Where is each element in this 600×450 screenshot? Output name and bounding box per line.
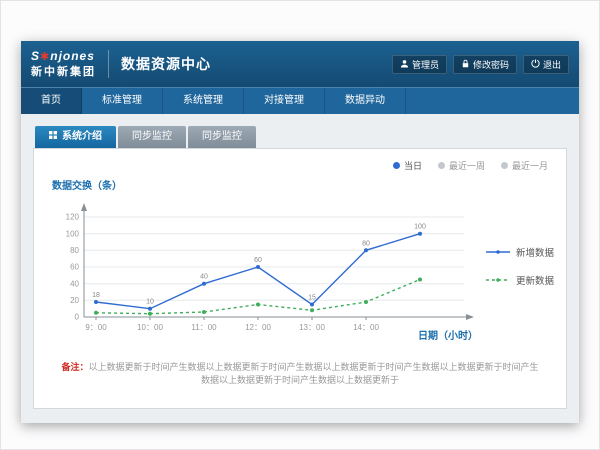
filter-2[interactable]: 最近一月 bbox=[501, 159, 548, 172]
filter-dot-icon bbox=[393, 162, 400, 169]
tab-label: 同步监控 bbox=[202, 126, 242, 148]
nav-item-0[interactable]: 首页 bbox=[21, 88, 82, 114]
tab-sync-monitor-2[interactable]: 同步监控 bbox=[188, 126, 256, 148]
svg-text:10：00: 10：00 bbox=[137, 323, 163, 332]
svg-text:9：00: 9：00 bbox=[85, 323, 107, 332]
app-window: S✱njones 新中新集团 数据资源中心 管理员修改密码退出 首页标准管理系统… bbox=[21, 41, 579, 423]
svg-text:60: 60 bbox=[70, 263, 79, 272]
header-divider bbox=[108, 50, 109, 78]
user-button[interactable]: 管理员 bbox=[392, 55, 447, 74]
tab-system-intro[interactable]: 系统介绍 bbox=[35, 126, 116, 148]
chart-panel: 当日 最近一周 最近一月 数据交换（条） 0 20 40 60 80 100 120 9：00 10… bbox=[33, 148, 567, 409]
legend-item-1[interactable]: 更新数据 bbox=[486, 273, 554, 287]
legend-item-0[interactable]: 新增数据 bbox=[486, 245, 554, 259]
tab-bar: 系统介绍 同步监控 同步监控 bbox=[35, 126, 567, 148]
logout-icon bbox=[531, 59, 540, 70]
svg-text:18: 18 bbox=[92, 292, 100, 299]
grid-icon bbox=[49, 126, 57, 148]
chart-filters: 当日 最近一周 最近一月 bbox=[393, 159, 548, 172]
filter-dot-icon bbox=[438, 162, 445, 169]
line-chart: 0 20 40 60 80 100 120 9：00 10：00 11：00 12：00 13：00 1… bbox=[48, 195, 482, 345]
legend-line-icon bbox=[486, 276, 510, 284]
filter-dot-icon bbox=[501, 162, 508, 169]
logo-star-icon: ✱ bbox=[40, 51, 50, 63]
logout-button[interactable]: 退出 bbox=[523, 55, 569, 74]
nav-item-1[interactable]: 标准管理 bbox=[82, 88, 163, 114]
page-title: 数据资源中心 bbox=[121, 54, 211, 74]
svg-text:100: 100 bbox=[414, 224, 426, 231]
main-nav: 首页标准管理系统管理对接管理数据异动 bbox=[21, 87, 579, 114]
y-axis-title: 数据交换（条） bbox=[52, 177, 122, 192]
svg-text:60: 60 bbox=[254, 257, 262, 264]
desktop-background: S✱njones 新中新集团 数据资源中心 管理员修改密码退出 首页标准管理系统… bbox=[0, 0, 600, 450]
svg-text:13：00: 13：00 bbox=[299, 323, 325, 332]
svg-text:12：00: 12：00 bbox=[245, 323, 271, 332]
logo-company-name: 新中新集团 bbox=[31, 66, 96, 78]
logo-wordmark: S✱njones bbox=[31, 50, 96, 63]
svg-text:120: 120 bbox=[66, 213, 80, 222]
svg-text:80: 80 bbox=[70, 246, 79, 255]
svg-text:100: 100 bbox=[66, 229, 80, 238]
series-legend: 新增数据更新数据 bbox=[486, 245, 554, 287]
svg-text:10: 10 bbox=[146, 299, 154, 306]
svg-text:80: 80 bbox=[362, 240, 370, 247]
footnote: 备注：以上数据更新于时间产生数据以上数据更新于时间产生数据以上数据更新于时间产生… bbox=[34, 360, 566, 386]
svg-text:15: 15 bbox=[308, 295, 316, 302]
svg-text:14：00: 14：00 bbox=[353, 323, 379, 332]
svg-text:日期（小时）: 日期（小时） bbox=[418, 329, 478, 342]
svg-text:40: 40 bbox=[200, 274, 208, 281]
nav-item-3[interactable]: 对接管理 bbox=[244, 88, 325, 114]
svg-text:40: 40 bbox=[70, 279, 79, 288]
filter-0[interactable]: 当日 bbox=[393, 159, 422, 172]
lock-icon bbox=[461, 59, 470, 70]
svg-text:0: 0 bbox=[75, 313, 80, 322]
footnote-label: 备注： bbox=[61, 362, 88, 372]
footnote-text: 以上数据更新于时间产生数据以上数据更新于时间产生数据以上数据更新于时间产生数据以… bbox=[89, 362, 539, 385]
nav-item-4[interactable]: 数据异动 bbox=[325, 88, 406, 114]
user-actions: 管理员修改密码退出 bbox=[392, 55, 569, 74]
filter-1[interactable]: 最近一周 bbox=[438, 159, 485, 172]
legend-line-icon bbox=[486, 248, 510, 256]
tab-label: 系统介绍 bbox=[62, 126, 102, 148]
user-icon bbox=[400, 59, 409, 70]
app-header: S✱njones 新中新集团 数据资源中心 管理员修改密码退出 bbox=[21, 41, 579, 87]
nav-item-2[interactable]: 系统管理 bbox=[163, 88, 244, 114]
tab-label: 同步监控 bbox=[132, 126, 172, 148]
change-password-button[interactable]: 修改密码 bbox=[453, 55, 517, 74]
tab-sync-monitor-1[interactable]: 同步监控 bbox=[118, 126, 186, 148]
svg-text:20: 20 bbox=[70, 296, 79, 305]
content-area: 系统介绍 同步监控 同步监控 当日 最近一周 最近一月 数据交换（条） 0 20 40 6… bbox=[21, 114, 579, 423]
chart-row: 0 20 40 60 80 100 120 9：00 10：00 11：00 12：00 13：00 1… bbox=[48, 195, 554, 345]
svg-text:11：00: 11：00 bbox=[191, 323, 217, 332]
company-logo: S✱njones 新中新集团 bbox=[31, 50, 96, 77]
